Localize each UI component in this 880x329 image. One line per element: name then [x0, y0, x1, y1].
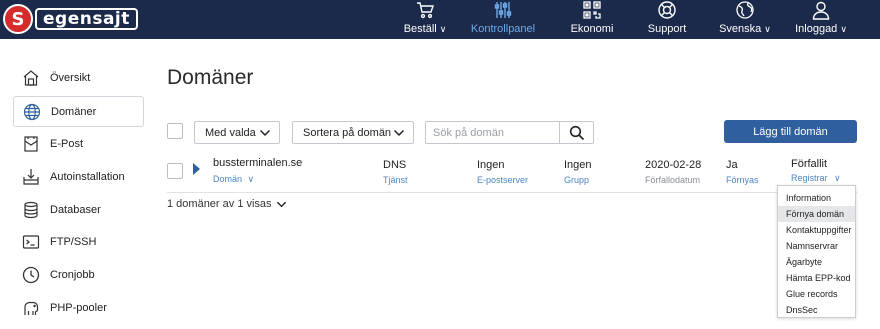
search-button[interactable] — [559, 121, 594, 144]
dns-service-link[interactable]: Tjänst — [383, 175, 408, 185]
globe-icon — [736, 1, 754, 19]
chevron-down-icon — [393, 129, 405, 137]
chevron-down-icon: ∨ — [840, 24, 847, 34]
install-icon — [23, 168, 39, 185]
row-checkbox[interactable] — [167, 163, 183, 179]
sidebar-item-autoinstallation[interactable]: Autoinstallation — [13, 161, 144, 192]
nav-label-ekonomi: Ekonomi — [570, 23, 614, 35]
domain-type-label: Domän — [213, 174, 243, 184]
chevron-down-icon: ∨ — [439, 24, 447, 34]
group-value: Ingen — [564, 159, 592, 171]
sidebar-item-php-pooler[interactable]: PHP-pooler — [13, 292, 144, 323]
chevron-down-icon: ∨ — [834, 173, 841, 183]
user-icon — [812, 1, 830, 20]
menu-item-epp-code[interactable]: Hämta EPP-kod — [778, 270, 855, 286]
result-count-label: 1 domäner av 1 visas — [167, 198, 272, 210]
envelope-icon — [24, 135, 38, 152]
bulk-action-label: Med valda — [205, 126, 256, 139]
domain-name[interactable]: bussterminalen.se — [213, 157, 302, 169]
nav-item-bestall[interactable]: Beställ ∨ — [402, 0, 448, 39]
sidebar-item-domaner[interactable]: Domäner — [13, 96, 144, 127]
sidebar-item-label: Autoinstallation — [50, 170, 125, 183]
expand-row-icon[interactable] — [193, 163, 200, 175]
nav-item-kontrollpanel[interactable]: Kontrollpanel — [467, 0, 539, 39]
sidebar-item-label: Cronjobb — [50, 268, 95, 281]
nav-item-support[interactable]: Support — [644, 0, 690, 39]
globe-icon — [23, 103, 41, 120]
sidebar-item-label: Databaser — [50, 203, 101, 216]
brand-logo[interactable]: S egensajt — [3, 3, 138, 35]
dns-value: DNS — [383, 159, 407, 171]
menu-item-nameservers[interactable]: Namnservrar — [778, 238, 855, 254]
registrar-dropdown[interactable]: Registrar ∨ — [791, 173, 841, 184]
menu-item-dnssec[interactable]: DnsSec — [778, 302, 855, 318]
sidebar-item-label: Domäner — [51, 105, 97, 118]
add-domain-button[interactable]: Lägg till domän — [724, 120, 857, 143]
sidebar-item-label: E-Post — [50, 137, 84, 150]
menu-item-renew-domain[interactable]: Förnya domän — [778, 206, 855, 222]
registrar-label: Registrar — [791, 173, 828, 183]
search-icon — [569, 125, 584, 140]
nav-label-account: Inloggad — [795, 23, 838, 35]
nav-label-support: Support — [647, 23, 687, 35]
nav-item-ekonomi[interactable]: Ekonomi — [569, 0, 615, 39]
domain-search-input[interactable]: Sök på domän — [425, 121, 559, 144]
group-link[interactable]: Grupp — [564, 175, 589, 185]
sliders-icon — [494, 2, 512, 18]
result-count[interactable]: 1 domäner av 1 visas — [167, 198, 287, 210]
database-icon — [24, 201, 38, 218]
nav-item-language[interactable]: Svenska ∨ — [717, 0, 773, 39]
sidebar-item-label: PHP-pooler — [50, 301, 107, 314]
qr-icon — [583, 1, 601, 19]
sidebar-item-oversikt[interactable]: Översikt — [13, 62, 144, 93]
sidebar-item-label: Översikt — [50, 71, 91, 84]
menu-item-information[interactable]: Information — [778, 190, 855, 206]
search-placeholder: Sök på domän — [433, 126, 504, 139]
menu-item-owner-change[interactable]: Ägarbyte — [778, 254, 855, 270]
registrar-menu: Information Förnya domän Kontaktuppgifte… — [777, 185, 856, 318]
page-title: Domäner — [167, 66, 254, 89]
sidebar-item-epost[interactable]: E-Post — [13, 128, 144, 159]
chevron-down-icon — [259, 129, 271, 137]
status-value: Förfallit — [791, 158, 828, 170]
sidebar-item-cronjobb[interactable]: Cronjobb — [13, 259, 144, 290]
chevron-down-icon: ∨ — [764, 24, 771, 34]
clock-icon — [22, 266, 40, 283]
chevron-down-icon — [276, 201, 286, 207]
expiry-label: Förfallodatum — [645, 175, 701, 185]
sidebar-item-ftp-ssh[interactable]: FTP/SSH — [13, 226, 144, 257]
sidebar-item-label: FTP/SSH — [50, 235, 97, 248]
select-all-checkbox[interactable] — [167, 123, 183, 139]
row-divider — [167, 192, 857, 193]
nav-item-account[interactable]: Inloggad ∨ — [790, 0, 852, 39]
menu-item-glue-records[interactable]: Glue records — [778, 286, 855, 302]
mail-server-link[interactable]: E-postserver — [477, 175, 528, 185]
menu-item-contact-details[interactable]: Kontaktuppgifter — [778, 222, 855, 238]
sort-label: Sortera på domän — [303, 126, 392, 139]
renew-value: Ja — [726, 159, 738, 171]
top-navigation-bar: S egensajt Beställ ∨ Kontrollpanel Ekonom… — [0, 0, 880, 39]
sort-dropdown[interactable]: Sortera på domän — [292, 121, 414, 144]
elephant-icon — [24, 301, 39, 315]
chevron-down-icon: ∨ — [247, 174, 255, 184]
logo-wordmark: egensajt — [35, 8, 138, 30]
terminal-icon — [22, 234, 40, 249]
nav-label-kontrollpanel: Kontrollpanel — [470, 23, 536, 35]
sidebar-item-databaser[interactable]: Databaser — [13, 194, 144, 225]
bulk-action-dropdown[interactable]: Med valda — [194, 121, 280, 144]
renew-link[interactable]: Förnyas — [726, 175, 759, 185]
lifebuoy-icon — [658, 1, 676, 19]
logo-mark-icon: S — [3, 4, 33, 34]
mail-server-value: Ingen — [477, 159, 505, 171]
domain-type-link[interactable]: Domän ∨ — [213, 174, 254, 185]
house-icon — [23, 69, 39, 86]
nav-label-language: Svenska — [719, 23, 762, 35]
cart-icon — [417, 2, 434, 19]
nav-label-bestall: Beställ — [403, 23, 437, 35]
expiry-date: 2020-02-28 — [645, 159, 702, 171]
